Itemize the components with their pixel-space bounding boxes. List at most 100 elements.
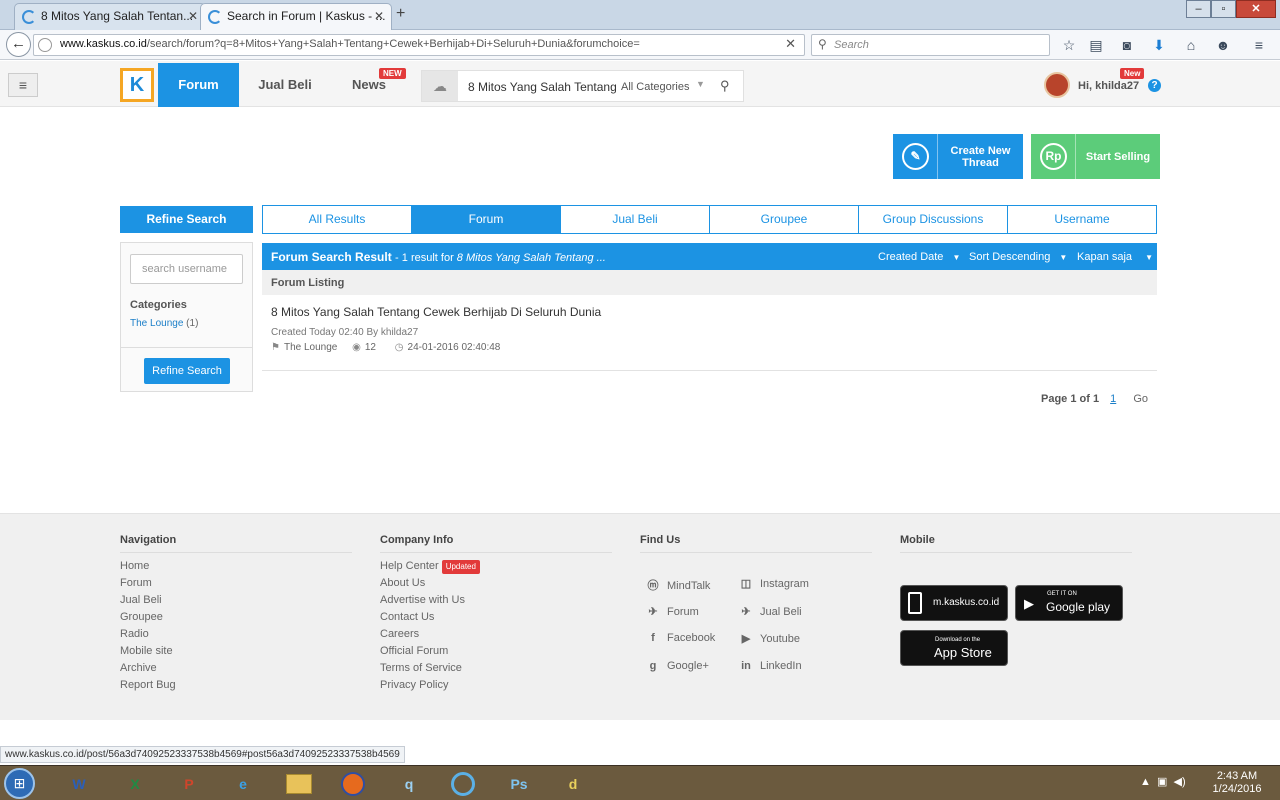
browser-search-box[interactable]: ⚲ Search: [811, 34, 1050, 56]
updated-badge: Updated: [441, 560, 480, 574]
search-icon: ⚲: [818, 37, 827, 51]
instagram-link[interactable]: ◫ Instagram: [738, 577, 809, 590]
chat-icon[interactable]: ☻: [1214, 36, 1232, 54]
category-select[interactable]: All Categories: [621, 81, 689, 93]
footer-link[interactable]: Privacy Policy: [380, 677, 612, 694]
username-search-input[interactable]: search username: [130, 254, 243, 284]
eye-icon: ◉: [352, 342, 361, 353]
footer-link[interactable]: Jual Beli: [120, 592, 352, 609]
pocket-icon[interactable]: ◙: [1118, 36, 1136, 54]
footer-link[interactable]: Mobile site: [120, 643, 352, 660]
footer-link[interactable]: Radio: [120, 626, 352, 643]
twitter-jualbeli-link[interactable]: ✈ Jual Beli: [738, 605, 801, 618]
footer-link[interactable]: Contact Us: [380, 609, 612, 626]
download-icon[interactable]: ⬇: [1150, 36, 1168, 54]
page-link[interactable]: 1: [1110, 393, 1116, 405]
footer-link[interactable]: Home: [120, 558, 352, 575]
footer-link[interactable]: Terms of Service: [380, 660, 612, 677]
help-icon[interactable]: ?: [1148, 79, 1161, 92]
tab-groupee[interactable]: Groupee: [710, 206, 859, 233]
internet-explorer-icon[interactable]: e: [218, 769, 268, 799]
facebook-link[interactable]: f Facebook: [645, 632, 715, 644]
start-selling-button[interactable]: Rp Start Selling: [1031, 134, 1160, 179]
tag-icon: ⚑: [271, 342, 280, 353]
refine-search-button[interactable]: Refine Search: [144, 358, 230, 384]
category-link[interactable]: The Lounge (1): [130, 318, 198, 329]
footer-link[interactable]: Help Center Updated: [380, 558, 612, 575]
site-header: ≡ K Forum Jual Beli News NEW ☁ 8 Mitos Y…: [0, 61, 1280, 107]
minimize-button[interactable]: –: [1186, 0, 1211, 18]
googleplus-link[interactable]: g Google+: [645, 660, 709, 672]
search-query[interactable]: 8 Mitos Yang Salah Tentang: [468, 80, 617, 94]
mobile-site-button[interactable]: m.kaskus.co.id: [900, 585, 1008, 621]
powerpoint-icon[interactable]: P: [164, 769, 214, 799]
browser-tab-1[interactable]: 8 Mitos Yang Salah Tentan... ✕: [14, 3, 206, 30]
thread-stats: ⚑ The Lounge ◉ 12 ◷ 24-01-2016 02:40:48: [271, 342, 500, 353]
menu-icon[interactable]: ≡: [1250, 36, 1268, 54]
word-icon[interactable]: W: [54, 769, 104, 799]
user-greeting[interactable]: Hi, khilda27: [1078, 80, 1139, 92]
tab-username[interactable]: Username: [1008, 206, 1156, 233]
system-clock[interactable]: 2:43 AM 1/24/2016: [1205, 770, 1269, 796]
windows-start-icon[interactable]: ⊞: [4, 768, 35, 799]
linkedin-link[interactable]: in LinkedIn: [738, 660, 801, 672]
footer-link[interactable]: About Us: [380, 575, 612, 592]
refine-sidebar: search username Categories The Lounge (1…: [120, 242, 253, 392]
browser-tab-2[interactable]: Search in Forum | Kaskus - ... ✕: [200, 3, 392, 30]
footer-link[interactable]: Report Bug: [120, 677, 352, 694]
search-icon[interactable]: ⚲: [720, 78, 730, 94]
app-store-button[interactable]: Download on the App Store: [900, 630, 1008, 666]
photoshop-icon[interactable]: Ps: [494, 769, 544, 799]
header-search[interactable]: ☁ 8 Mitos Yang Salah Tentang All Categor…: [421, 70, 744, 102]
address-bar[interactable]: www.kaskus.co.id/search/forum?q=8+Mitos+…: [33, 34, 805, 56]
tab-jual-beli[interactable]: Jual Beli: [249, 63, 321, 107]
browser-nav-bar: ← www.kaskus.co.id/search/forum?q=8+Mito…: [0, 30, 1280, 60]
rupiah-icon: Rp: [1031, 134, 1076, 179]
footer-link[interactable]: Groupee: [120, 609, 352, 626]
close-tab-icon[interactable]: ✕: [374, 4, 384, 29]
youtube-link[interactable]: ▶ Youtube: [738, 632, 800, 645]
reading-list-icon[interactable]: ▤: [1087, 36, 1105, 54]
home-icon[interactable]: ⌂: [1182, 36, 1200, 54]
go-button[interactable]: Go: [1133, 393, 1148, 405]
stop-icon[interactable]: ✕: [785, 36, 796, 52]
tab-all-results[interactable]: All Results: [263, 206, 412, 233]
tab-jual-beli[interactable]: Jual Beli: [561, 206, 710, 233]
close-tab-icon[interactable]: ✕: [188, 4, 198, 29]
footer-link[interactable]: Forum: [120, 575, 352, 592]
footer-link[interactable]: Official Forum: [380, 643, 612, 660]
avatar[interactable]: [1044, 72, 1070, 98]
system-tray-icons[interactable]: ▲ ▣ ◀): [1140, 775, 1186, 788]
chevron-down-icon: ▼: [952, 253, 961, 262]
app-circle-icon[interactable]: [438, 769, 488, 799]
results-header: Forum Search Result - 1 result for 8 Mit…: [262, 243, 1157, 270]
firefox-icon[interactable]: [328, 769, 378, 799]
tab-forum[interactable]: Forum: [412, 206, 561, 233]
footer-link[interactable]: Advertise with Us: [380, 592, 612, 609]
back-button[interactable]: ←: [6, 32, 31, 57]
folder-icon[interactable]: [274, 769, 324, 799]
excel-icon[interactable]: X: [110, 769, 160, 799]
forum-listing-heading: Forum Listing: [262, 270, 1157, 295]
tab-group-discussions[interactable]: Group Discussions: [859, 206, 1008, 233]
google-play-button[interactable]: ▶ GET IT ON Google play: [1015, 585, 1123, 621]
footer-link[interactable]: Archive: [120, 660, 352, 677]
close-window-button[interactable]: ✕: [1236, 0, 1276, 18]
hamburger-menu-icon[interactable]: ≡: [8, 73, 38, 97]
time-filter-dropdown[interactable]: Kapan saja ▼: [1077, 251, 1153, 263]
new-tab-button[interactable]: +: [396, 4, 405, 24]
app-q-icon[interactable]: q: [384, 769, 434, 799]
kaskus-logo[interactable]: K: [120, 68, 154, 102]
maximize-button[interactable]: ▫: [1211, 0, 1236, 18]
app-d-icon[interactable]: d: [548, 769, 598, 799]
footer-link[interactable]: Careers: [380, 626, 612, 643]
tab-forum[interactable]: Forum: [158, 63, 239, 107]
create-thread-button[interactable]: ✎ Create New Thread: [893, 134, 1023, 179]
twitter-forum-link[interactable]: ✈ Forum: [645, 605, 698, 618]
thread-forum[interactable]: The Lounge: [284, 342, 337, 353]
sort-order-dropdown[interactable]: Sort Descending ▼: [969, 251, 1067, 263]
thread-title-link[interactable]: 8 Mitos Yang Salah Tentang Cewek Berhija…: [271, 305, 601, 319]
sort-field-dropdown[interactable]: Created Date ▼: [878, 251, 960, 263]
mindtalk-link[interactable]: ⓜ MindTalk: [645, 577, 711, 593]
bookmark-star-icon[interactable]: ☆: [1060, 36, 1078, 54]
